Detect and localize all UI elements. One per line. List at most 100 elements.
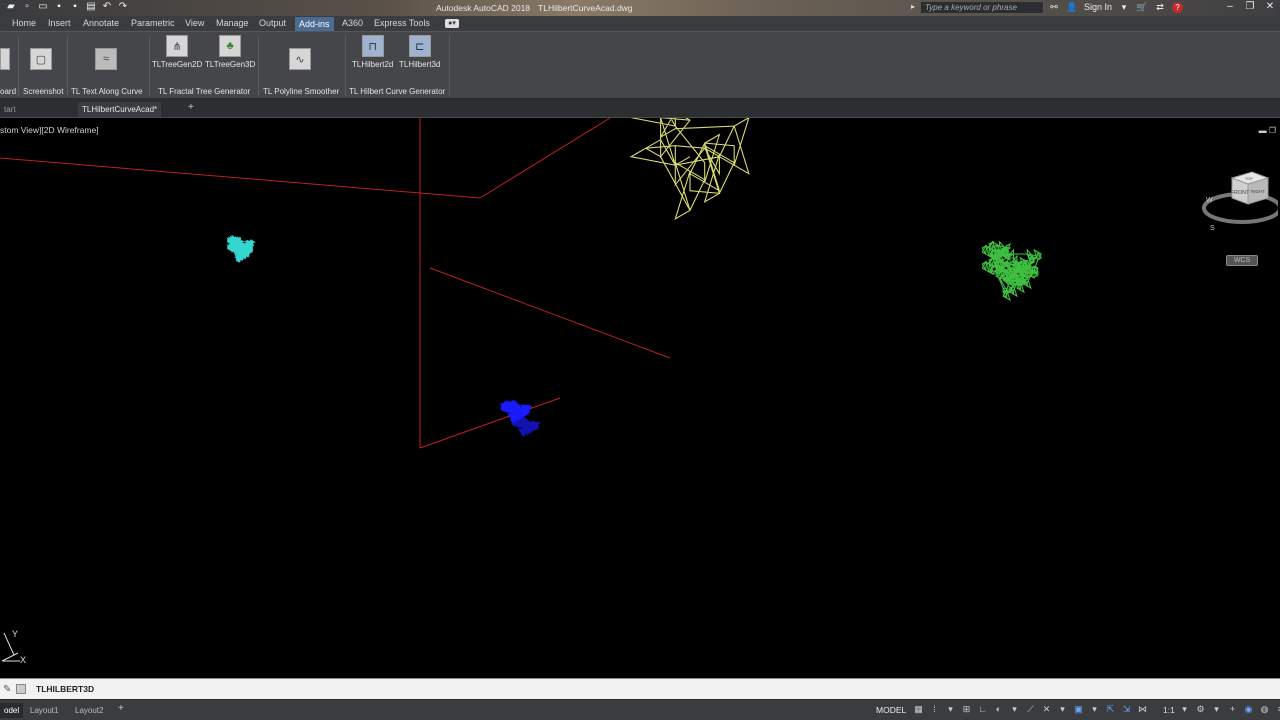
layout-tab-layout1[interactable]: Layout1	[26, 703, 62, 718]
plot-icon[interactable]: ▤	[86, 2, 96, 12]
file-name: TLHilbertCurveAcad.dwg	[538, 3, 633, 13]
osnap-icon[interactable]: ✕	[1040, 703, 1053, 716]
tab-express-tools[interactable]: Express Tools	[374, 18, 430, 28]
user-icon[interactable]: 👤	[1066, 1, 1078, 13]
compass-w-label: W	[1206, 197, 1213, 204]
tab-manage[interactable]: Manage	[216, 18, 249, 28]
compass-s-label: S	[1210, 225, 1215, 232]
save-icon[interactable]: ▪	[54, 2, 64, 12]
drawing-canvas[interactable]	[0, 118, 1280, 678]
new-tab-icon[interactable]: +	[188, 102, 194, 113]
doc-tab-drawing[interactable]: TLHilbertCurveAcad*	[78, 102, 162, 117]
lineweight-icon[interactable]: ▣	[1072, 703, 1085, 716]
polyline-smoother-button[interactable]: ∿	[289, 48, 311, 70]
command-text[interactable]: TLHILBERT3D	[36, 684, 94, 694]
autoscale-icon[interactable]: ⇲	[1120, 703, 1133, 716]
cart-icon[interactable]: 🛒	[1136, 1, 1148, 13]
dropdown-icon[interactable]: ▾	[1008, 703, 1021, 716]
panel-hilbert-curve-label: TL Hilbert Curve Generator	[349, 87, 446, 96]
tree-2d-icon: ⋔	[166, 35, 189, 57]
undo-icon[interactable]: ↶	[102, 2, 112, 12]
polar-icon[interactable]: ◐	[992, 703, 1005, 716]
green-hilbert-curve[interactable]	[981, 240, 1042, 302]
dropdown-icon[interactable]: ▾	[1118, 1, 1130, 13]
hardware-accel-icon[interactable]: ◉	[1242, 703, 1255, 716]
isolate-objects-icon[interactable]: ◍	[1258, 703, 1271, 716]
drawing-viewport[interactable]: stom View][2D Wireframe] ▬ ❐ TOP FRONT R…	[0, 118, 1280, 678]
treegen3d-button[interactable]: ♣ TLTreeGen3D	[205, 35, 255, 69]
isodraft-icon[interactable]: ⟋	[1024, 703, 1037, 716]
tab-output[interactable]: Output	[259, 18, 286, 28]
layout-tab-model[interactable]: odel	[0, 703, 24, 718]
board-icon	[0, 48, 10, 70]
screenshot-button[interactable]: ▢	[30, 48, 52, 70]
ortho-icon[interactable]: ∟	[976, 703, 989, 716]
annotation-scale-icon[interactable]: ⋈	[1136, 703, 1149, 716]
redo-icon[interactable]: ↷	[118, 2, 128, 12]
tab-parametric[interactable]: Parametric	[131, 18, 175, 28]
treegen2d-button[interactable]: ⋔ TLTreeGen2D	[152, 35, 202, 69]
hilbert-3d-icon: ⊏	[408, 35, 431, 57]
sign-in-link[interactable]: Sign In	[1084, 2, 1112, 12]
hilbert2d-button[interactable]: ⊓ TLHilbert2d	[352, 35, 393, 69]
search-input[interactable]: Type a keyword or phrase	[920, 1, 1044, 14]
panel-screenshot-label: Screenshot	[23, 87, 64, 96]
binoculars-icon[interactable]: ⚯	[1048, 1, 1060, 13]
exchange-icon[interactable]: ⇄	[1154, 1, 1166, 13]
customize-icon[interactable]: ≡	[1274, 703, 1280, 716]
dropdown-icon[interactable]: ▾	[944, 703, 957, 716]
ucs-y-label: Y	[12, 629, 18, 639]
app-menu-icon[interactable]: ▰	[6, 2, 16, 12]
yellow-hilbert-curve[interactable]	[629, 118, 750, 220]
viewcube-front-label: FRONT	[1231, 190, 1251, 196]
annotation-visibility-icon[interactable]: ⇱	[1104, 703, 1117, 716]
minimize-icon[interactable]: –	[1220, 0, 1240, 14]
maximize-icon[interactable]: ❐	[1240, 0, 1260, 14]
gear-icon[interactable]: ⚙	[1194, 703, 1207, 716]
dropdown-icon[interactable]: ▾	[1088, 703, 1101, 716]
ribbon-minimize-toggle[interactable]: ●▾	[445, 19, 459, 28]
dropdown-icon[interactable]: ▾	[1178, 703, 1191, 716]
command-wrench-icon[interactable]: ✎	[3, 684, 11, 695]
tab-home[interactable]: Home	[12, 18, 36, 28]
hilbert3d-button[interactable]: ⊏ TLHilbert3d	[399, 35, 440, 69]
panel-polyline-smoother-label: TL Polyline Smoother	[263, 87, 340, 96]
command-line[interactable]: ✎ TLHILBERT3D	[0, 678, 1280, 699]
blue-hilbert-curve[interactable]	[499, 400, 542, 437]
hilbert3d-label: TLHilbert3d	[399, 60, 441, 69]
view-style-label[interactable]: stom View][2D Wireframe]	[0, 125, 99, 135]
layout-tab-layout2[interactable]: Layout2	[71, 703, 107, 718]
dropdown-icon[interactable]: ▾	[1210, 703, 1223, 716]
board-button[interactable]	[0, 48, 10, 70]
red-axis-lines[interactable]	[0, 118, 671, 449]
viewcube[interactable]: TOP FRONT RIGHT W S	[1198, 166, 1278, 246]
command-prompt-icon[interactable]	[16, 684, 26, 694]
wcs-menu[interactable]: WCS	[1226, 255, 1258, 266]
save-as-icon[interactable]: ▪	[70, 2, 80, 12]
help-icon[interactable]: ?	[1172, 1, 1184, 13]
annotation-scale[interactable]: 1:1	[1163, 705, 1175, 715]
status-right-tools: ▾ ⚙ ▾ + ◉ ◍ ≡	[1178, 703, 1280, 716]
close-icon[interactable]: ✕	[1260, 0, 1280, 14]
tab-a360[interactable]: A360	[342, 18, 363, 28]
text-along-curve-button[interactable]: ≈	[95, 48, 117, 70]
status-toggles: ▦ ⁞ ▾ ⊞ ∟ ◐ ▾ ⟋ ✕ ▾ ▣ ▾ ⇱ ⇲ ⋈	[912, 703, 1149, 716]
infer-constraints-icon[interactable]: ⊞	[960, 703, 973, 716]
snap-icon[interactable]: ⁞	[928, 703, 941, 716]
viewport-controls[interactable]: ▬ ❐	[1259, 126, 1276, 135]
cyan-hilbert-curve[interactable]	[226, 234, 256, 263]
new-file-icon[interactable]: ▫	[22, 2, 32, 12]
doc-tab-start[interactable]: tart	[0, 102, 20, 117]
model-space-button[interactable]: MODEL	[876, 705, 906, 715]
grid-icon[interactable]: ▦	[912, 703, 925, 716]
tab-view[interactable]: View	[185, 18, 204, 28]
tab-annotate[interactable]: Annotate	[83, 18, 119, 28]
panel-divider	[18, 36, 19, 96]
add-layout-icon[interactable]: +	[118, 703, 124, 714]
dropdown-icon[interactable]: ▾	[1056, 703, 1069, 716]
add-icon[interactable]: +	[1226, 703, 1239, 716]
open-file-icon[interactable]: ▭	[38, 2, 48, 12]
search-arrow-icon[interactable]: ▸	[911, 2, 915, 11]
tab-add-ins[interactable]: Add-ins	[295, 17, 334, 31]
tab-insert[interactable]: Insert	[48, 18, 71, 28]
